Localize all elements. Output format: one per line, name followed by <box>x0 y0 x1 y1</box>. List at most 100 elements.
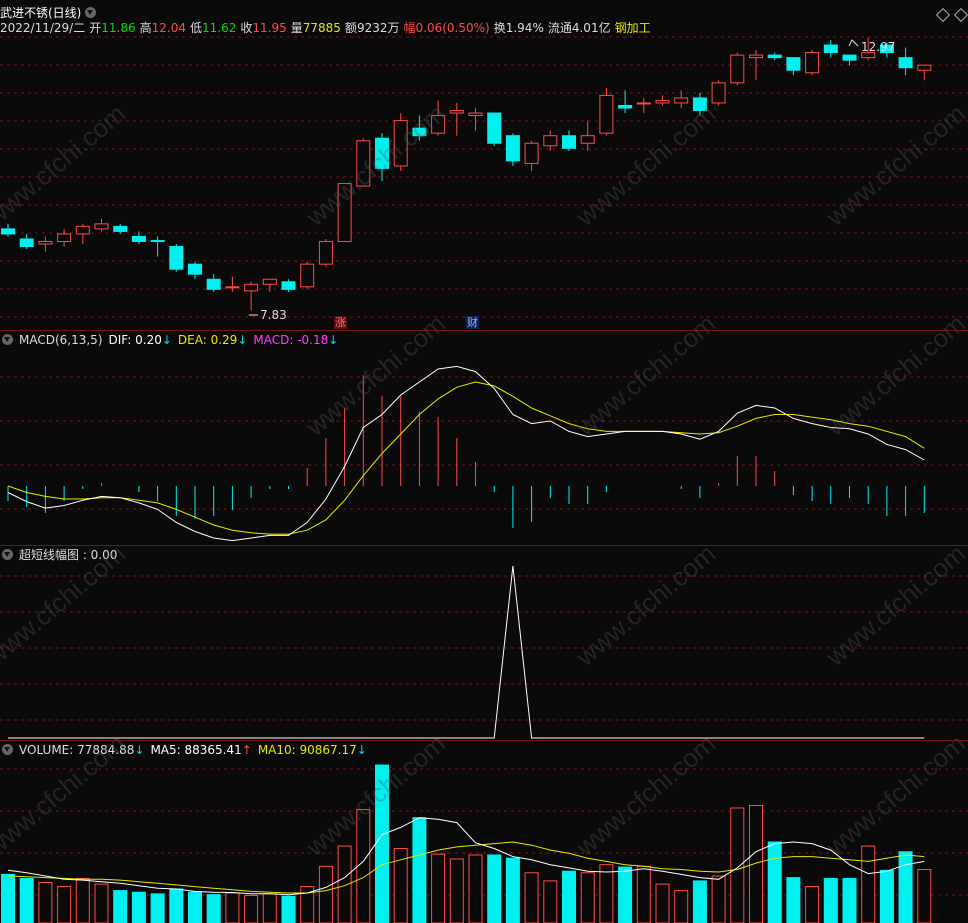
macd-title: MACD(6,13,5) <box>19 333 103 347</box>
volume-bar <box>917 869 932 923</box>
candle-body <box>244 283 259 292</box>
volume-bar <box>57 886 72 923</box>
volume-bar <box>674 890 689 923</box>
volume-bar <box>618 866 633 923</box>
candle-body <box>57 233 72 242</box>
candle-body <box>94 223 109 230</box>
volume-bar <box>730 807 745 923</box>
candle-body <box>225 286 240 289</box>
volume-bar <box>188 891 202 923</box>
candle-body <box>692 97 707 112</box>
candle-body <box>487 112 502 144</box>
candle-body <box>262 278 277 285</box>
volume-bar <box>842 877 857 923</box>
candle-body <box>730 54 745 84</box>
candle-body <box>655 99 670 104</box>
candle-body <box>169 246 184 270</box>
dea-arrow: ↓ <box>237 333 248 347</box>
volume-chart[interactable] <box>0 741 968 923</box>
candle-body <box>375 137 389 169</box>
candle-body <box>524 142 539 164</box>
macd-chart[interactable] <box>0 331 968 545</box>
volume-bar <box>38 882 53 923</box>
volume-label: VOLUME: 77884.88 <box>19 743 135 757</box>
candle-body <box>505 135 520 162</box>
price-panel: 武进不锈(日线) 2022/11/29/二 开11.86 高12.04 低11.62 收… <box>0 0 968 330</box>
macd-panel: MACD(6,13,5) DIF: 0.20↓ DEA: 0.29↓ MACD: -0… <box>0 331 968 545</box>
candle-body <box>113 225 128 232</box>
short-amplitude-chart[interactable] <box>0 546 968 740</box>
candle-body <box>767 54 782 59</box>
volume-menu-caret-icon[interactable] <box>2 744 13 755</box>
volume-bar <box>786 877 801 923</box>
volume-bar <box>356 809 371 923</box>
volume-bar <box>169 888 184 923</box>
candle-body <box>917 64 932 71</box>
ma10-arrow: ↓ <box>356 743 367 757</box>
volume-bar <box>94 883 109 923</box>
volume-bar <box>823 877 838 923</box>
high-marker-label: 12.97 <box>861 40 896 54</box>
ma5-label: MA5: 88365.41 <box>150 743 242 757</box>
volume-bar <box>711 875 726 923</box>
candle-body <box>618 104 633 109</box>
volume-bar <box>562 870 576 923</box>
candle-body <box>19 238 34 248</box>
volume-bar <box>655 883 670 923</box>
short-title: 超短线幅图 : 0.00 <box>19 548 118 562</box>
dif-line <box>7 365 925 542</box>
dif-label: DIF: 0.20 <box>108 333 162 347</box>
volume-bar <box>898 851 913 923</box>
candle-body <box>393 120 408 167</box>
candle-body <box>449 110 464 114</box>
candle-body <box>898 57 913 69</box>
volume-bar <box>131 891 146 923</box>
candle-body <box>749 54 763 59</box>
volume-panel: VOLUME: 77884.88↓ MA5: 88365.41↑ MA10: 908… <box>0 741 968 923</box>
volume-bar <box>244 894 259 923</box>
event-zhang-badge[interactable]: 涨 <box>334 316 347 329</box>
volume-bar <box>337 845 352 923</box>
candle-body <box>580 135 595 144</box>
macd-header: MACD(6,13,5) DIF: 0.20↓ DEA: 0.29↓ MACD: -0… <box>0 332 344 348</box>
low-marker-label: 7.83 <box>260 308 287 322</box>
dif-arrow: ↓ <box>161 333 172 347</box>
candle-body <box>599 94 614 134</box>
candle-body <box>711 82 726 104</box>
volume-header: VOLUME: 77884.88↓ MA5: 88365.41↑ MA10: 908… <box>0 742 373 758</box>
candle-body <box>131 235 146 242</box>
candlestick-chart[interactable] <box>0 0 968 330</box>
candle-body <box>543 135 558 147</box>
candle-body <box>356 140 371 187</box>
volume-bar <box>206 894 221 923</box>
volume-bar <box>225 892 240 923</box>
candle-body <box>562 135 576 149</box>
ma10-label: MA10: 90867.17 <box>257 743 357 757</box>
volume-bar <box>636 865 651 923</box>
candle-body <box>468 112 483 117</box>
candle-body <box>805 52 820 74</box>
macd-menu-caret-icon[interactable] <box>2 334 13 345</box>
volume-bar <box>75 877 90 923</box>
candle-body <box>38 240 53 245</box>
volume-bar <box>318 865 333 923</box>
short-amplitude-panel: 超短线幅图 : 0.00 <box>0 546 968 740</box>
event-cai-badge[interactable]: 财 <box>466 316 479 329</box>
volume-bar <box>150 893 165 923</box>
candle-body <box>842 54 857 61</box>
volume-bar <box>543 880 558 923</box>
candle-body <box>318 240 333 265</box>
volume-bar <box>1 873 15 923</box>
dea-line <box>7 381 925 535</box>
short-menu-caret-icon[interactable] <box>2 549 13 560</box>
candle-body <box>1 228 15 235</box>
candle-body <box>300 263 315 288</box>
short-amplitude-line <box>8 565 925 739</box>
high-marker-arrow <box>848 39 859 47</box>
volume-bar <box>524 872 539 923</box>
volume-bar <box>449 858 464 923</box>
dea-label: DEA: 0.29 <box>177 333 238 347</box>
volume-bar <box>767 841 782 923</box>
candle-body <box>75 225 90 235</box>
macd-label: MACD: -0.18 <box>253 333 329 347</box>
